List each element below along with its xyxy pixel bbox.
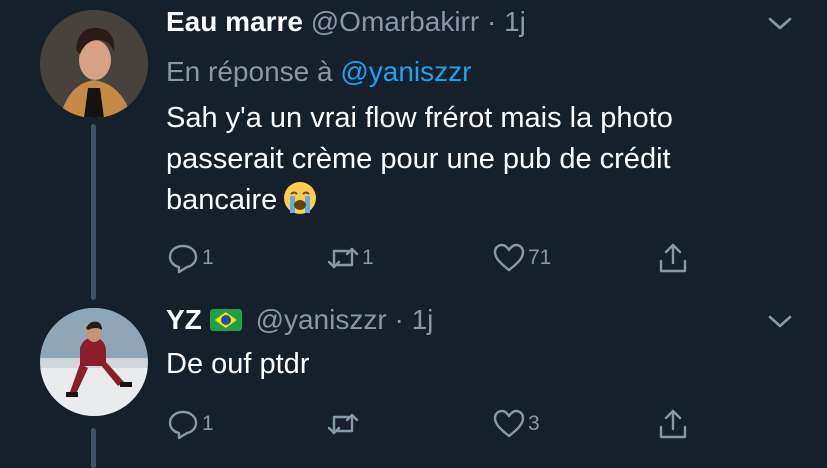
separator-dot: · (394, 304, 404, 335)
timestamp[interactable]: 1j (412, 304, 434, 335)
tweet-text-content: Sah y'a un vrai flow frérot mais la phot… (166, 102, 673, 216)
share-button[interactable] (656, 238, 690, 278)
reply-mention-link[interactable]: @yaniszzr (340, 56, 471, 87)
retweet-icon (327, 413, 359, 435)
tweet[interactable]: YZ @yaniszzr · 1j De ouf ptdr 1 3 (0, 300, 827, 468)
reply-count: 1 (202, 412, 214, 435)
retweet-icon (327, 247, 359, 269)
separator-dot: · (486, 6, 497, 37)
avatar[interactable] (40, 10, 148, 118)
brazil-flag-icon (209, 309, 242, 331)
like-count: 3 (528, 412, 540, 435)
tweet[interactable]: Eau marre @Omarbakirr · 1j En réponse à … (0, 0, 827, 300)
timestamp[interactable]: 1j (504, 6, 526, 37)
loudly-crying-face-icon (284, 182, 317, 214)
retweet-button[interactable] (326, 404, 362, 444)
heart-icon (493, 243, 525, 272)
avatar[interactable] (40, 308, 148, 416)
tweet-text: De ouf ptdr (166, 344, 766, 385)
username-handle[interactable]: @yaniszzr (256, 304, 387, 335)
reply-icon (168, 410, 198, 440)
thread-line (91, 124, 96, 300)
thread-line (91, 428, 96, 468)
display-name[interactable]: YZ (166, 304, 202, 335)
share-button[interactable] (656, 404, 690, 444)
reply-icon (168, 244, 198, 274)
chevron-down-icon[interactable] (767, 314, 793, 330)
tweet-actions: 1 3 (166, 404, 726, 444)
reply-count: 1 (202, 246, 214, 269)
tweet-header: YZ @yaniszzr · 1j (166, 304, 433, 336)
tweet-actions: 1 1 71 (166, 238, 726, 278)
share-icon (659, 243, 687, 273)
username-handle[interactable]: @Omarbakirr (311, 6, 479, 37)
share-icon (659, 409, 687, 439)
reply-button[interactable]: 1 (166, 238, 214, 278)
like-button[interactable]: 71 (492, 238, 551, 278)
tweet-text-content: De ouf ptdr (166, 348, 310, 380)
reply-prefix: En réponse à (166, 56, 333, 87)
display-name[interactable]: Eau marre (166, 6, 303, 37)
tweet-header: Eau marre @Omarbakirr · 1j (166, 6, 526, 38)
retweet-count: 1 (362, 246, 374, 269)
reply-context: En réponse à @yaniszzr (166, 56, 471, 88)
reply-button[interactable]: 1 (166, 404, 214, 444)
retweet-button[interactable]: 1 (326, 238, 374, 278)
tweet-text: Sah y'a un vrai flow frérot mais la phot… (166, 98, 766, 221)
like-count: 71 (528, 246, 552, 269)
chevron-down-icon[interactable] (767, 16, 793, 32)
heart-icon (493, 409, 525, 438)
like-button[interactable]: 3 (492, 404, 540, 444)
